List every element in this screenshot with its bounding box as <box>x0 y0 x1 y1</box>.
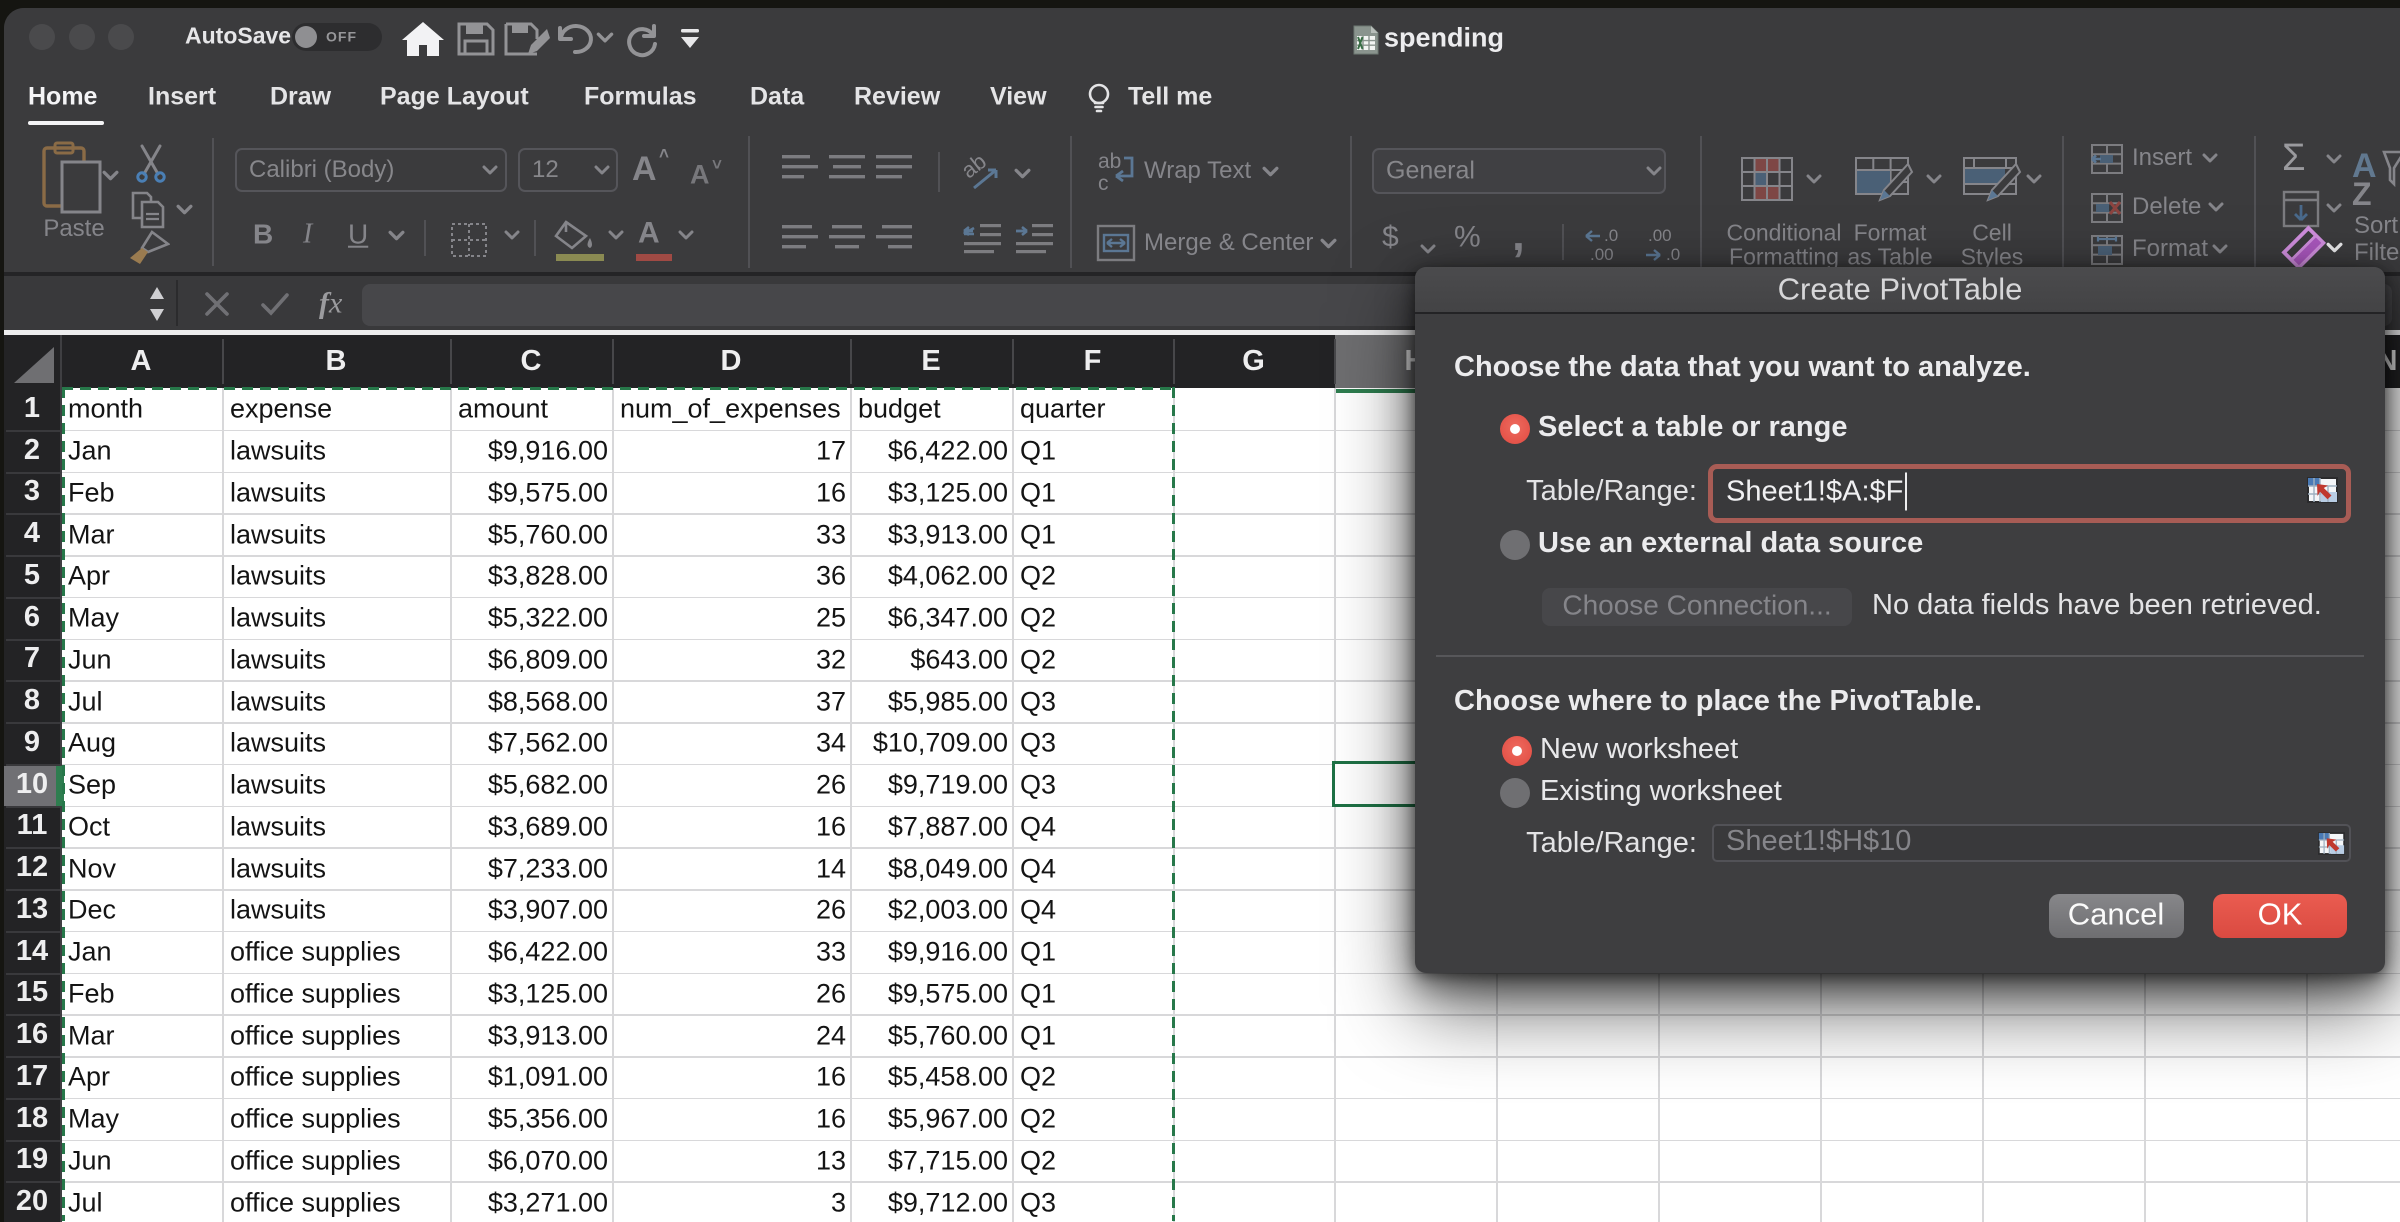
svg-text:.0: .0 <box>1666 245 1680 264</box>
svg-text:ab: ab <box>1098 150 1121 173</box>
svg-text:c: c <box>1098 172 1109 192</box>
svg-text:.0: .0 <box>1604 226 1618 245</box>
svg-text:.00: .00 <box>1648 226 1672 245</box>
svg-text:.00: .00 <box>1590 245 1614 264</box>
